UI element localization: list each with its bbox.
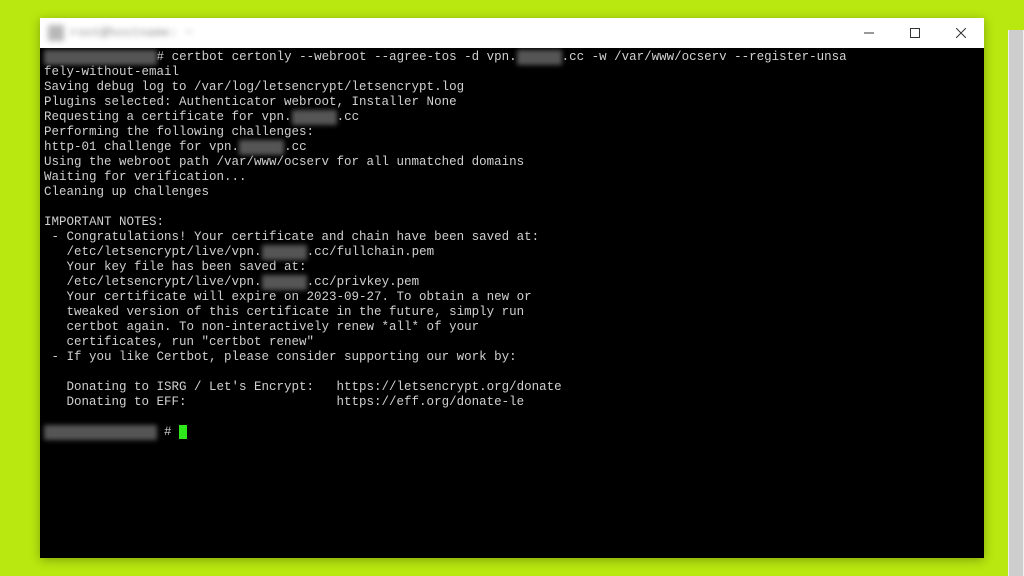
redacted-domain: ██████ [262,275,307,290]
output-line: .cc [284,140,307,154]
output-line: tweaked version of this certificate in t… [44,305,524,319]
maximize-button[interactable] [892,18,938,48]
output-line: .cc [337,110,360,124]
output-line: - Congratulations! Your certificate and … [44,230,539,244]
output-line: Waiting for verification... [44,170,247,184]
output-line: Donating to ISRG / Let's Encrypt: https:… [44,380,562,394]
redacted-domain: ██████ [517,50,562,65]
terminal-output[interactable]: root@████████:~# certbot certonly --webr… [40,48,984,558]
output-line: Plugins selected: Authenticator webroot,… [44,95,457,109]
terminal-cursor [179,425,187,439]
terminal-window: root@hostname: ~ root@████████:~# certbo… [40,18,984,558]
cmd-text: .cc -w /var/www/ocserv --register-unsa [562,50,847,64]
scroll-thumb[interactable] [1009,30,1023,576]
output-line: fely-without-email [44,65,179,79]
output-line: certbot again. To non-interactively rene… [44,320,479,334]
redacted-prompt: root@████████:~ [44,50,157,65]
redacted-domain: ██████ [292,110,337,125]
output-line: - If you like Certbot, please consider s… [44,350,517,364]
output-line: Requesting a certificate for vpn. [44,110,292,124]
output-line: Saving debug log to /var/log/letsencrypt… [44,80,464,94]
cmd-text: certbot certonly --webroot --agree-tos -… [172,50,517,64]
redacted-domain: ██████ [239,140,284,155]
output-line: Cleaning up challenges [44,185,209,199]
output-line: Performing the following challenges: [44,125,314,139]
output-line: certificates, run "certbot renew" [44,335,314,349]
app-icon [48,25,64,41]
output-line: Using the webroot path /var/www/ocserv f… [44,155,524,169]
window-controls [846,18,984,48]
prompt-hash: # [157,50,165,64]
redacted-prompt: root@████████:~ [44,425,157,440]
output-line: /etc/letsencrypt/live/vpn. [44,245,262,259]
close-button[interactable] [938,18,984,48]
titlebar[interactable]: root@hostname: ~ [40,18,984,48]
output-line: /etc/letsencrypt/live/vpn. [44,275,262,289]
redacted-domain: ██████ [262,245,307,260]
output-line: Donating to EFF: https://eff.org/donate-… [44,395,524,409]
output-line: .cc/fullchain.pem [307,245,435,259]
prompt-hash: # [164,425,179,439]
output-line: Your key file has been saved at: [44,260,307,274]
notes-header: IMPORTANT NOTES: [44,215,164,229]
vertical-scrollbar[interactable] [1008,30,1024,576]
output-line: Your certificate will expire on 2023-09-… [44,290,532,304]
output-line: .cc/privkey.pem [307,275,420,289]
minimize-button[interactable] [846,18,892,48]
window-title: root@hostname: ~ [48,25,193,41]
title-text: root@hostname: ~ [70,26,193,40]
output-line: http-01 challenge for vpn. [44,140,239,154]
